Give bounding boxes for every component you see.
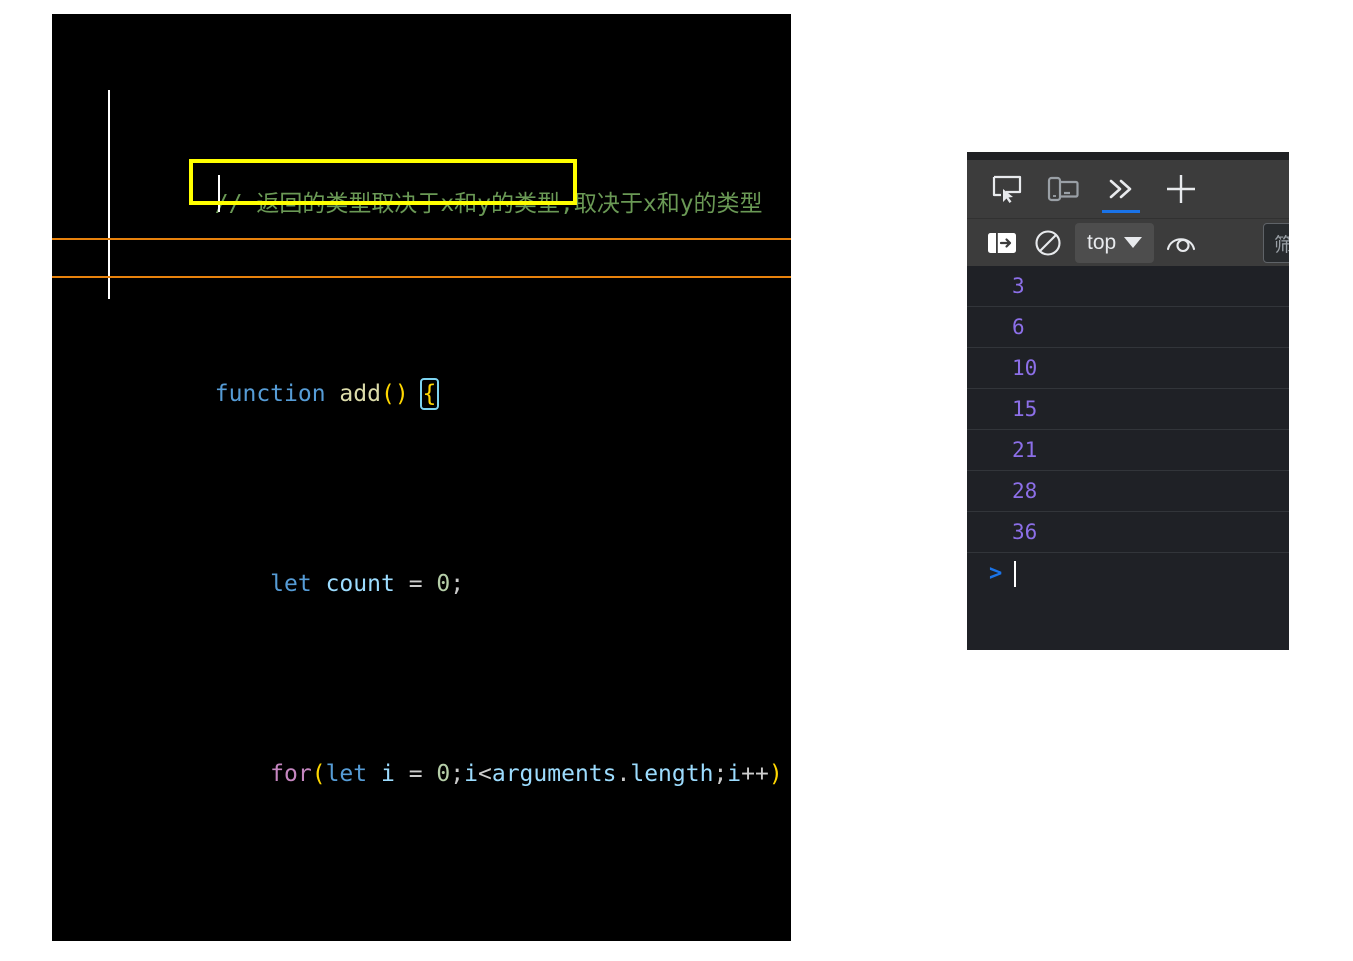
console-row[interactable]: 10	[967, 348, 1289, 389]
code-comment: // 返回的类型取决于x和y的类型,取决于x和y的类型	[214, 191, 763, 217]
console-value: 3	[1012, 274, 1025, 298]
console-sidebar-toggle[interactable]	[979, 223, 1025, 263]
console-filter-placeholder: 筛	[1274, 234, 1289, 256]
devtools-panel[interactable]: top 筛 3 6 10 15 21 28 36 >	[967, 152, 1289, 650]
token-prop-length: length	[630, 761, 714, 787]
code-line-1[interactable]: // 返回的类型取决于x和y的类型,取决于x和y的类型	[52, 147, 791, 217]
chevron-double-right-icon	[1106, 177, 1136, 201]
console-value: 36	[1012, 520, 1038, 544]
code-line-5[interactable]: count+=arguments[i];	[52, 907, 791, 941]
token-increment: ++	[741, 761, 769, 787]
device-toolbar-button[interactable]	[1035, 165, 1091, 213]
token-keyword-for: for	[270, 761, 312, 787]
current-line-border-top	[52, 238, 791, 240]
console-row[interactable]: 3	[967, 266, 1289, 307]
indent-guide-level-2	[218, 175, 220, 212]
token-function-name-add: add	[339, 381, 381, 407]
console-row[interactable]: 36	[967, 512, 1289, 553]
console-prompt-row[interactable]: >	[967, 553, 1289, 594]
token-semicolon: ;	[713, 761, 728, 787]
text-cursor	[1014, 560, 1017, 587]
token-number-zero: 0	[436, 571, 451, 597]
console-value: 15	[1012, 397, 1038, 421]
console-filter-input[interactable]: 筛	[1263, 223, 1289, 263]
token-var-i: i	[727, 761, 742, 787]
active-tab-underline	[1102, 210, 1140, 213]
current-line-border-bottom	[52, 276, 791, 278]
devtools-tabbar[interactable]	[967, 160, 1289, 218]
clear-console-icon	[1034, 229, 1062, 257]
console-row[interactable]: 15	[967, 389, 1289, 430]
token-paren-open: (	[311, 761, 326, 787]
code-line-3[interactable]: let count = 0;	[52, 527, 791, 597]
console-row[interactable]: 21	[967, 430, 1289, 471]
devtools-top-strip	[967, 152, 1289, 160]
live-expression-eye-icon	[1166, 232, 1196, 254]
console-row[interactable]: 6	[967, 307, 1289, 348]
token-paren-open: (	[380, 381, 395, 407]
console-sidebar-icon	[987, 231, 1017, 255]
token-semicolon: ;	[450, 571, 465, 597]
console-row[interactable]: 28	[967, 471, 1289, 512]
device-toolbar-icon	[1047, 175, 1079, 203]
token-paren-close: )	[768, 761, 783, 787]
code-editor[interactable]: // 返回的类型取决于x和y的类型,取决于x和y的类型 function add…	[52, 14, 791, 941]
token-var-arguments: arguments	[491, 761, 617, 787]
indent-guide-level-1	[108, 90, 110, 299]
console-value: 28	[1012, 479, 1038, 503]
caret-down-icon	[1124, 237, 1143, 248]
code-line-4[interactable]: for(let i = 0;i<arguments.length;i++) {	[52, 717, 791, 787]
inspect-element-button[interactable]	[979, 165, 1035, 213]
token-brace-open-matched: {	[419, 378, 440, 410]
new-tab-button[interactable]	[1151, 165, 1211, 213]
token-var-i: i	[464, 761, 478, 787]
js-context-selector[interactable]: top	[1075, 222, 1155, 263]
devtools-console-toolbar[interactable]: top 筛	[967, 218, 1289, 266]
console-value: 6	[1012, 315, 1025, 339]
more-tabs-button[interactable]	[1091, 165, 1151, 213]
console-value: 10	[1012, 356, 1038, 380]
js-context-label: top	[1087, 230, 1117, 254]
clear-console-button[interactable]	[1025, 223, 1071, 263]
screen: // 返回的类型取决于x和y的类型,取决于x和y的类型 function add…	[0, 0, 1353, 961]
code-line-2[interactable]: function add() {	[52, 337, 791, 410]
token-dot: .	[616, 761, 631, 787]
token-keyword-let: let	[270, 571, 312, 597]
live-expression-button[interactable]	[1158, 223, 1204, 263]
token-keyword-let: let	[325, 761, 368, 787]
prompt-chevron-icon: >	[989, 561, 1003, 586]
token-semicolon: ;	[450, 761, 465, 787]
token-paren-close: )	[394, 381, 409, 407]
token-assign: =	[408, 761, 423, 787]
token-less-than: <	[478, 761, 492, 787]
console-value: 21	[1012, 438, 1038, 462]
console-output-list[interactable]: 3 6 10 15 21 28 36 >	[967, 266, 1289, 650]
code-surface[interactable]: // 返回的类型取决于x和y的类型,取决于x和y的类型 function add…	[52, 14, 791, 941]
plus-icon	[1164, 172, 1198, 206]
token-keyword-function: function	[214, 381, 326, 407]
inspect-element-icon	[992, 175, 1022, 203]
token-var-count: count	[325, 571, 395, 597]
token-number-zero: 0	[436, 761, 451, 787]
token-assign: =	[408, 571, 423, 597]
token-var-i: i	[380, 761, 395, 787]
